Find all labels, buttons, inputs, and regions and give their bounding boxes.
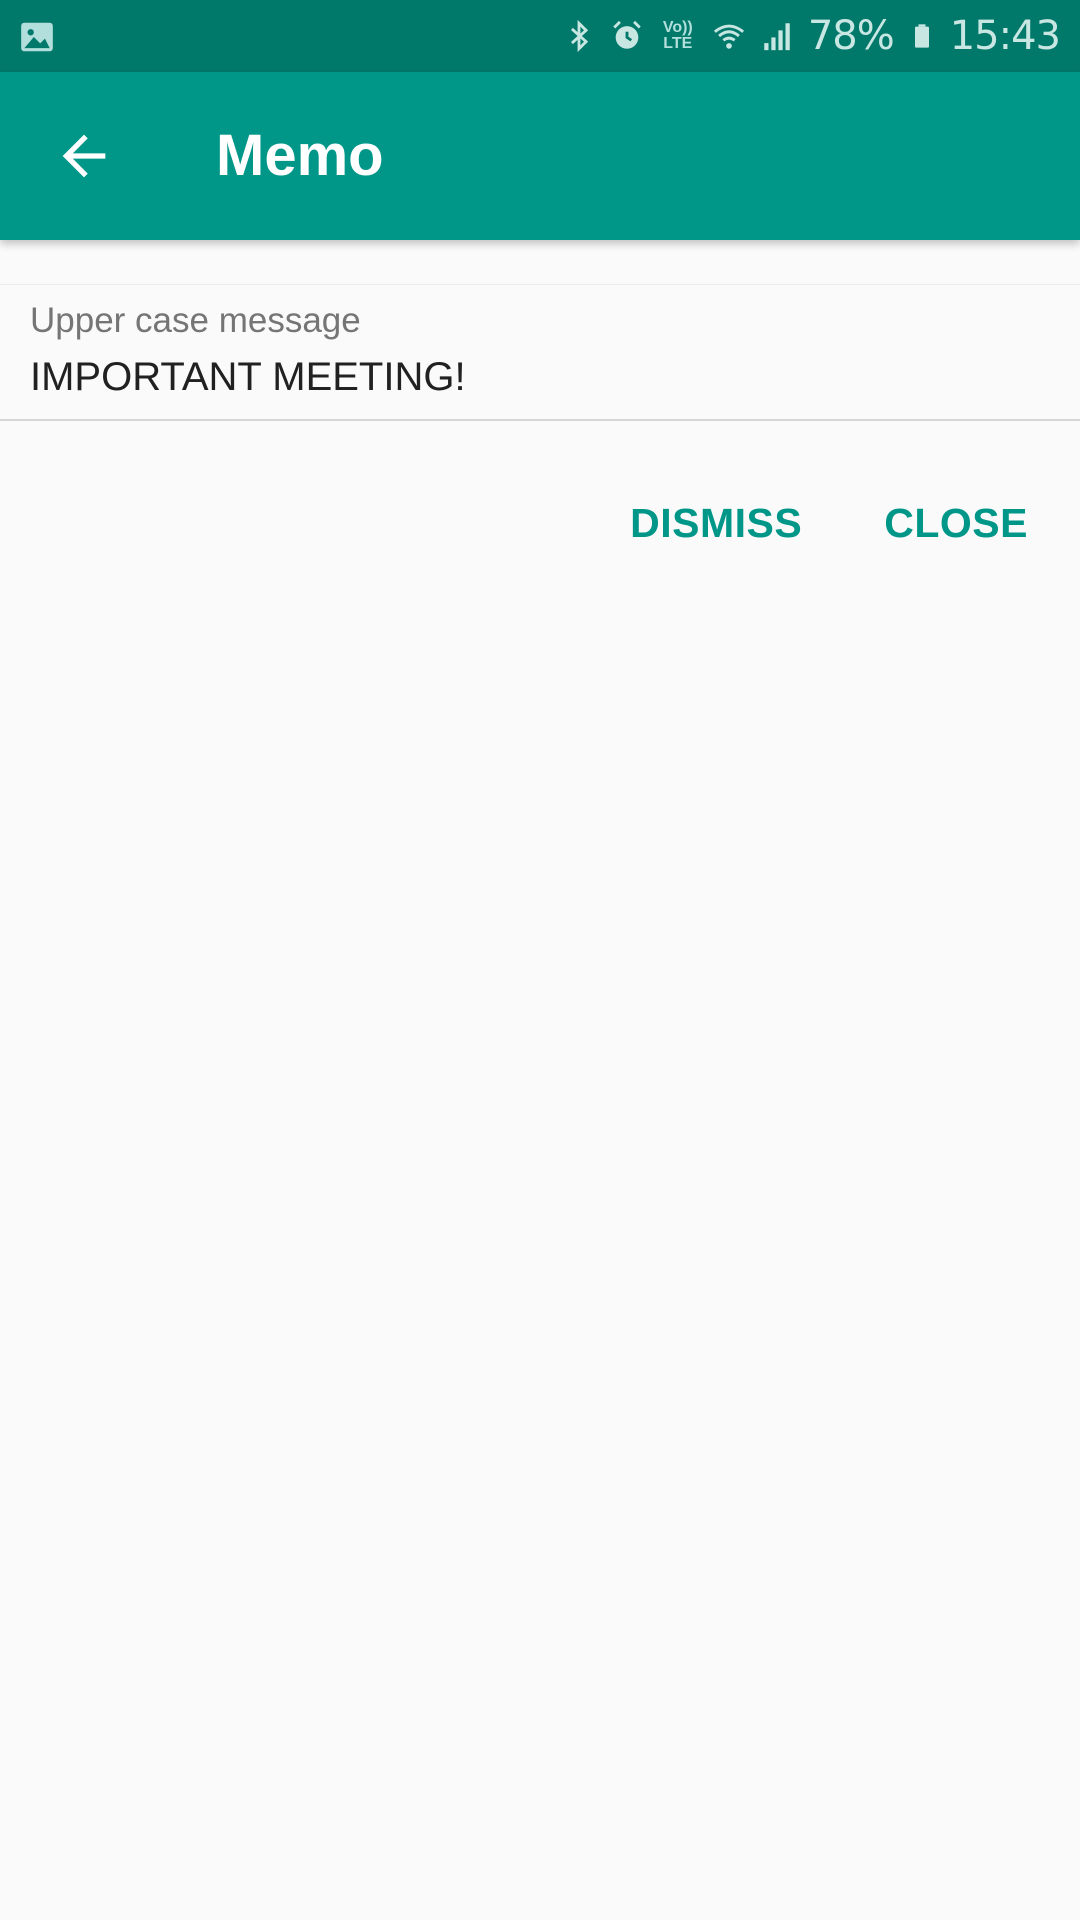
message-field-label: Upper case message [30, 301, 361, 340]
status-bar: Vo)) LTE 78% 15:43 [0, 0, 1080, 72]
image-notification-icon [21, 22, 53, 52]
alarm-icon [613, 20, 641, 49]
battery-icon [914, 24, 929, 48]
dismiss-button[interactable]: DISMISS [630, 500, 802, 547]
wifi-icon [713, 24, 744, 49]
status-icons: Vo)) LTE 78% 15:43 [562, 0, 1061, 72]
volte-label: Vo)) LTE [662, 19, 693, 52]
page-title: Memo [216, 123, 384, 188]
battery-percent: 78% [807, 13, 895, 59]
arrow-back-icon[interactable] [52, 124, 116, 188]
bluetooth-icon [570, 19, 588, 53]
volte-icon: Vo)) LTE [658, 17, 698, 55]
message-field-value[interactable]: IMPORTANT MEETING! [30, 355, 466, 400]
close-button[interactable]: CLOSE [884, 500, 1028, 547]
message-field[interactable]: Upper case message IMPORTANT MEETING! [0, 284, 1080, 421]
action-buttons: DISMISS CLOSE [630, 500, 1028, 547]
app-bar: Memo [0, 72, 1080, 240]
clock-time: 15:43 [949, 13, 1061, 59]
signal-icon [764, 23, 790, 51]
